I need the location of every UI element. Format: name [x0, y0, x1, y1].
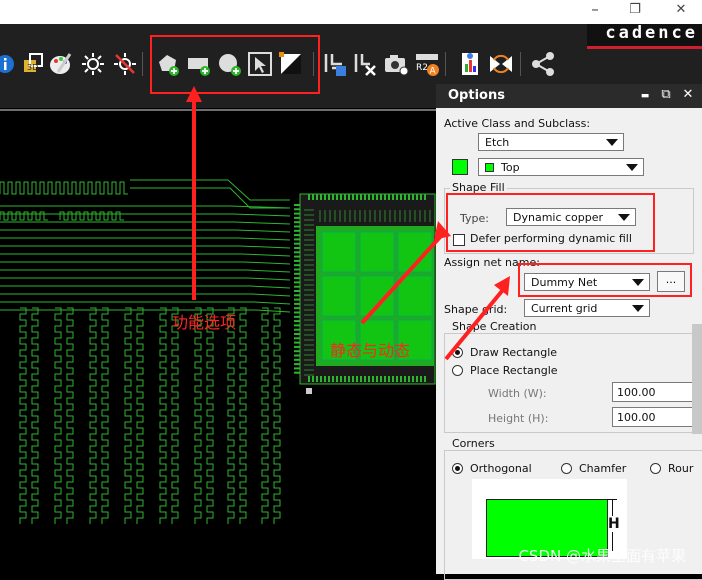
function-options-annotation: 功能选项	[172, 313, 237, 332]
static-dynamic-annotation: 静态与动态	[330, 341, 411, 360]
annotation-arrows	[186, 86, 510, 361]
watermark-text: CSDN @水果里面有苹果	[518, 547, 686, 565]
